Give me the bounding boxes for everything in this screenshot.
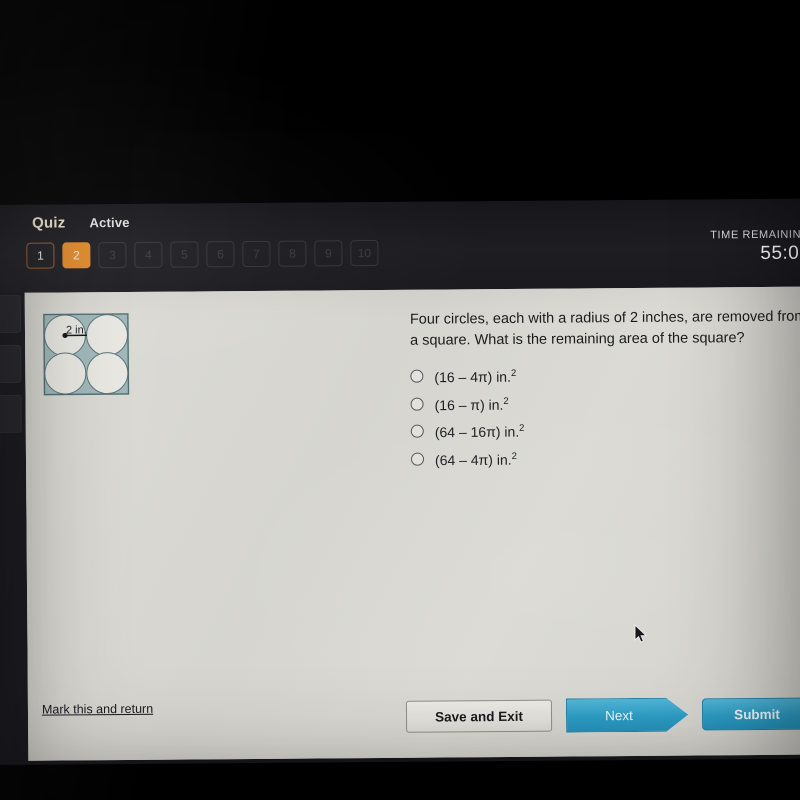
question-text: Four circles, each with a radius of 2 in… (409, 308, 800, 349)
quiz-header-bar: Quiz Active 1 2 3 4 5 6 7 8 9 10 TIME RE… (0, 198, 800, 293)
tabs-icon[interactable] (0, 394, 22, 433)
figure-circle-bottom-right (86, 352, 129, 395)
question-nav-item-2[interactable]: 2 (62, 242, 91, 269)
submit-button[interactable]: Submit (701, 697, 800, 731)
browser-back-icon[interactable] (0, 294, 22, 333)
radio-button-c[interactable] (410, 424, 424, 439)
question-nav-item-7[interactable]: 7 (242, 240, 271, 268)
timer-value: 55:06 (760, 242, 800, 264)
footer-button-row: Save and Exit Next Submit (405, 697, 800, 734)
mark-this-and-return-link[interactable]: Mark this and return (42, 702, 153, 717)
question-nav-item-4[interactable]: 4 (134, 241, 163, 268)
question-navigation[interactable]: 1 2 3 4 5 6 7 8 9 10 (26, 239, 379, 269)
answer-option-c[interactable]: (64 – 16π) in.2 (410, 419, 800, 441)
square-with-four-circles-figure: 2 in. (40, 310, 133, 399)
question-nav-item-1[interactable]: 1 (26, 242, 55, 269)
question-block: Four circles, each with a radius of 2 in… (410, 307, 800, 478)
radius-label: 2 in. (65, 324, 87, 337)
edge-icon-strip (0, 293, 26, 473)
next-button[interactable]: Next (566, 698, 688, 733)
bookmark-icon[interactable] (0, 344, 22, 383)
figure-svg (43, 313, 130, 396)
answer-option-c-label: (64 – 16π) in.2 (434, 423, 525, 441)
question-nav-item-6[interactable]: 6 (206, 241, 235, 268)
radio-button-a[interactable] (410, 369, 424, 383)
quiz-status-label: Active (89, 214, 130, 231)
answer-option-d[interactable]: (64 – 4π) in.2 (410, 447, 800, 469)
mouse-cursor-icon (634, 623, 648, 644)
answer-options[interactable]: (16 – 4π) in.2 (16 – π) in.2 (64 – 16π) … (410, 364, 800, 469)
radio-button-b[interactable] (410, 397, 424, 411)
quiz-screen: Quiz Active 1 2 3 4 5 6 7 8 9 10 TIME RE… (0, 198, 800, 765)
answer-option-c-exponent: 2 (519, 423, 525, 435)
question-nav-item-10[interactable]: 10 (350, 239, 379, 267)
answer-option-b-exponent: 2 (503, 395, 509, 407)
answer-option-b-label: (16 – π) in.2 (434, 395, 509, 413)
question-nav-item-5[interactable]: 5 (170, 241, 199, 268)
answer-option-a-exponent: 2 (510, 367, 517, 379)
timer-label: TIME REMAINING (710, 228, 800, 242)
photo-of-screen: Quiz Active 1 2 3 4 5 6 7 8 9 10 TIME RE… (0, 0, 800, 800)
answer-option-d-label: (64 – 4π) in.2 (434, 450, 517, 469)
quiz-title: Quiz (32, 214, 66, 232)
answer-option-b[interactable]: (16 – π) in.2 (410, 391, 800, 413)
question-nav-item-8[interactable]: 8 (278, 240, 307, 267)
question-nav-item-3[interactable]: 3 (98, 241, 127, 269)
timer: TIME REMAINING 55:06 (670, 229, 800, 266)
save-and-exit-button[interactable]: Save and Exit (405, 699, 553, 733)
answer-option-a[interactable]: (16 – 4π) in.2 (410, 364, 800, 386)
quiz-header-labels: Quiz Active (32, 214, 130, 232)
figure-circle-bottom-left (44, 352, 87, 395)
answer-option-d-exponent: 2 (511, 450, 517, 462)
answer-option-a-label: (16 – 4π) in.2 (434, 367, 517, 386)
question-card: 2 in. Four circles, each with a radius o… (24, 286, 800, 761)
figure-circle-top-right (86, 314, 129, 357)
question-nav-item-9[interactable]: 9 (314, 240, 343, 267)
radio-button-d[interactable] (410, 452, 425, 466)
